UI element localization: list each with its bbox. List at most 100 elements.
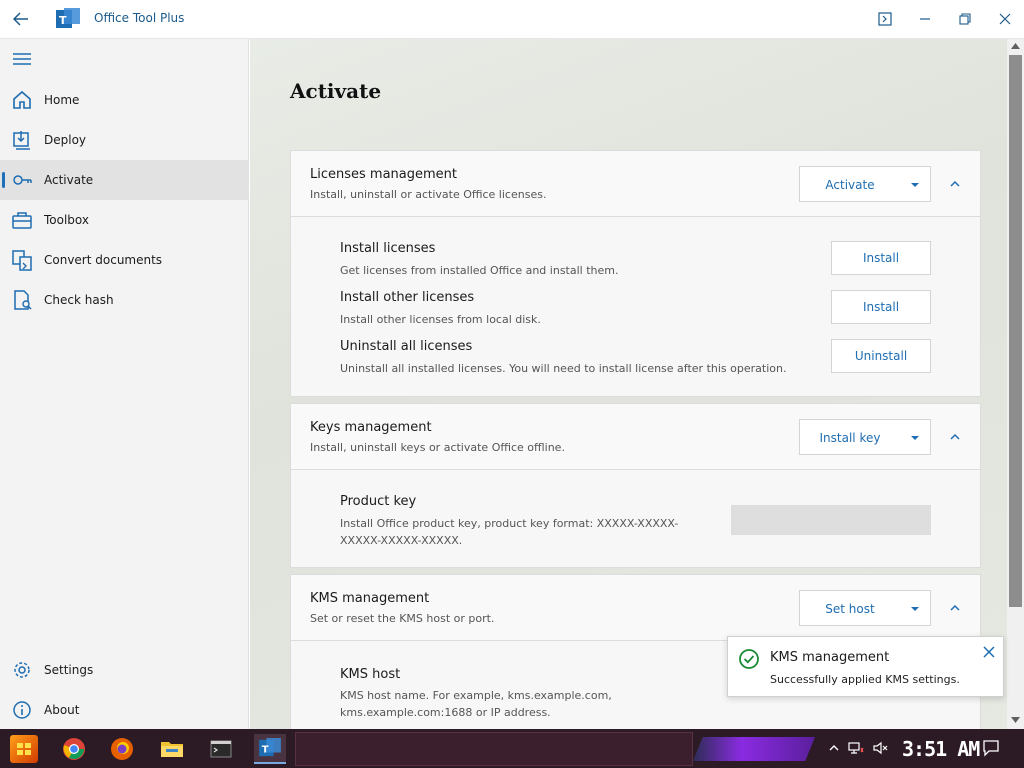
key-icon	[13, 175, 32, 185]
hash-icon	[14, 290, 32, 310]
licenses-card-header: Licenses management Install, uninstall o…	[291, 151, 980, 217]
chevron-up-icon[interactable]	[946, 177, 964, 191]
deploy-icon	[13, 131, 30, 150]
taskbar-file-explorer[interactable]	[156, 734, 188, 764]
console-button[interactable]	[873, 8, 897, 30]
activate-button[interactable]: Activate	[800, 178, 900, 192]
start-logo-icon	[17, 743, 31, 755]
sidebar-item-deploy[interactable]: Deploy	[0, 120, 249, 160]
install-licenses-button[interactable]: Install	[831, 241, 931, 275]
page-title: Activate	[290, 79, 382, 103]
restore-icon	[959, 13, 971, 25]
activate-split-button[interactable]: Activate	[799, 166, 931, 202]
terminal-icon	[210, 740, 232, 758]
chevron-down-icon[interactable]	[908, 433, 922, 443]
info-icon	[13, 701, 31, 719]
gear-icon	[14, 662, 30, 678]
arrow-left-icon	[13, 12, 28, 26]
install-key-button[interactable]: Install key	[800, 431, 900, 445]
keys-management-card: Keys management Install, uninstall keys …	[290, 403, 981, 568]
back-button[interactable]	[8, 7, 34, 31]
kms-card-header: KMS management Set or reset the KMS host…	[291, 575, 980, 641]
taskbar-chrome[interactable]	[58, 734, 90, 764]
home-icon	[13, 90, 31, 109]
kms-host-desc-line2: kms.example.com:1688 or IP address.	[340, 706, 551, 719]
success-check-icon	[739, 649, 759, 669]
notification-center-icon[interactable]	[982, 739, 1000, 757]
kms-host-title: KMS host	[340, 667, 401, 682]
product-key-desc-line1: Install Office product key, product key …	[340, 517, 679, 530]
taskbar-firefox[interactable]	[106, 734, 138, 764]
toolbox-icon	[12, 212, 32, 229]
app-logo-icon: T	[259, 738, 281, 757]
sidebar-item-label: Home	[44, 93, 80, 107]
scrollbar-thumb[interactable]	[1009, 55, 1022, 607]
close-button[interactable]	[993, 8, 1017, 30]
sidebar-item-convert-documents[interactable]: Convert documents	[0, 240, 249, 280]
vertical-scrollbar[interactable]	[1007, 39, 1024, 729]
chevron-up-icon[interactable]	[946, 601, 964, 615]
console-icon	[878, 12, 892, 26]
chevron-up-icon[interactable]	[946, 430, 964, 444]
convert-icon	[12, 250, 32, 271]
install-other-licenses-title: Install other licenses	[340, 290, 475, 305]
sidebar: Home Deploy Activate Toolbox Convert doc…	[0, 39, 249, 729]
uninstall-all-licenses-button[interactable]: Uninstall	[831, 339, 931, 373]
taskbar-clock[interactable]: 3:51 AM	[902, 737, 980, 761]
sidebar-item-home[interactable]: Home	[0, 80, 249, 120]
volume-muted-icon[interactable]	[872, 740, 888, 756]
restore-button[interactable]	[953, 8, 977, 30]
close-icon[interactable]	[982, 645, 996, 659]
product-key-desc-line2: XXXXX-XXXXX-XXXXX.	[340, 534, 463, 547]
kms-host-desc-line1: KMS host name. For example, kms.example.…	[340, 689, 612, 702]
svg-text:T: T	[59, 14, 67, 27]
window-title: Office Tool Plus	[94, 11, 185, 25]
set-host-split-button[interactable]: Set host	[799, 590, 931, 626]
set-host-button[interactable]: Set host	[800, 602, 900, 616]
product-key-input[interactable]	[731, 505, 931, 535]
sidebar-item-label: Settings	[44, 663, 94, 677]
install-key-split-button[interactable]: Install key	[799, 419, 931, 455]
keys-card-header: Keys management Install, uninstall keys …	[291, 404, 980, 470]
title-bar: T Office Tool Plus	[0, 0, 1024, 39]
sidebar-item-check-hash[interactable]: Check hash	[0, 280, 249, 320]
uninstall-all-licenses-title: Uninstall all licenses	[340, 339, 473, 354]
close-icon	[999, 13, 1011, 25]
folder-icon	[161, 742, 183, 757]
minimize-button[interactable]	[913, 8, 937, 30]
card-title: Licenses management	[310, 167, 457, 182]
chevron-down-icon[interactable]	[908, 180, 922, 190]
taskbar-office-tool-plus[interactable]: T	[254, 734, 286, 764]
sidebar-item-about[interactable]: About	[0, 690, 249, 730]
sidebar-item-settings[interactable]: Settings	[0, 650, 249, 690]
taskbar: T 3:51 AM	[0, 729, 1024, 768]
start-button[interactable]	[10, 735, 38, 763]
card-description: Set or reset the KMS host or port.	[310, 612, 495, 625]
firefox-icon	[111, 738, 133, 760]
minimize-icon	[920, 18, 930, 20]
card-title: KMS management	[310, 591, 430, 606]
install-other-licenses-button[interactable]: Install	[831, 290, 931, 324]
taskbar-decoration	[693, 737, 815, 761]
product-key-title: Product key	[340, 494, 417, 509]
network-icon[interactable]	[848, 740, 864, 756]
sidebar-item-label: Deploy	[44, 133, 87, 147]
sidebar-item-label: Toolbox	[44, 213, 89, 227]
sidebar-item-label: About	[44, 703, 80, 717]
main-content: Activate Licenses management Install, un…	[250, 39, 1007, 729]
install-licenses-desc: Get licenses from installed Office and i…	[340, 264, 619, 277]
hamburger-icon	[13, 53, 31, 65]
card-description: Install, uninstall or activate Office li…	[310, 188, 547, 201]
taskbar-terminal[interactable]	[205, 734, 237, 764]
sidebar-item-toolbox[interactable]: Toolbox	[0, 200, 249, 240]
sidebar-item-activate[interactable]: Activate	[0, 160, 249, 200]
chevron-up-icon[interactable]	[826, 740, 842, 756]
chevron-down-icon[interactable]	[908, 604, 922, 614]
taskbar-empty-area	[295, 732, 693, 766]
uninstall-all-licenses-desc: Uninstall all installed licenses. You wi…	[340, 362, 787, 375]
sidebar-item-label: Check hash	[44, 293, 114, 307]
menu-button[interactable]	[10, 49, 34, 69]
active-indicator	[2, 172, 5, 188]
scroll-down-icon[interactable]	[1011, 717, 1020, 723]
scroll-up-icon[interactable]	[1011, 43, 1020, 49]
